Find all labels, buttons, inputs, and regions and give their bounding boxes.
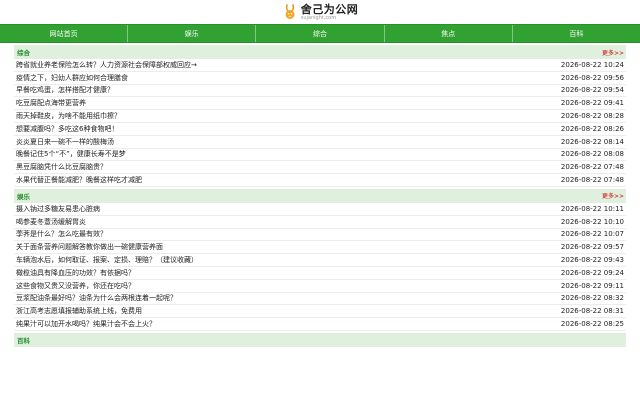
list-item: 关于面条营养问题解答教你做出一碗健康营养面 2026-08-22 09:57 bbox=[14, 241, 626, 255]
article-date: 2026-08-22 08:31 bbox=[560, 307, 624, 316]
content-area: 综合 更多>> 跨省就业养老保险怎么转？人力资源社会保障部权威回应→ 2026-08-… bbox=[0, 45, 640, 347]
article-link[interactable]: 吃豆腐配点海带更营养 bbox=[16, 98, 86, 108]
article-date: 2026-08-22 09:41 bbox=[560, 99, 624, 108]
article-link[interactable]: 雨天掉鞋皮，为啥不能用纸巾擦？ bbox=[16, 111, 121, 121]
article-date: 2026-08-22 10:07 bbox=[560, 230, 624, 239]
nav-item-general[interactable]: 综合 bbox=[256, 25, 385, 42]
article-date: 2026-08-22 09:54 bbox=[560, 86, 624, 95]
list-item: 雨天掉鞋皮，为啥不能用纸巾擦？ 2026-08-22 08:28 bbox=[14, 110, 626, 123]
article-link[interactable]: 疫情之下，妇幼人群应如何合理膳食 bbox=[16, 73, 128, 83]
article-link[interactable]: 跨省就业养老保险怎么转？人力资源社会保障部权威回应→ bbox=[16, 60, 197, 70]
nav-item-focus[interactable]: 焦点 bbox=[385, 25, 513, 42]
list-item: 荸荠是什么？怎么吃最有效？ 2026-08-22 10:07 bbox=[14, 229, 626, 242]
site-header: 舍己为公网 sujanight.com bbox=[0, 0, 640, 24]
section-header: 综合 更多>> bbox=[14, 45, 626, 59]
article-link[interactable]: 想要减腹吗？多吃这6种食物吧！ bbox=[16, 124, 118, 134]
nav-item-encyclopedia[interactable]: 百科 bbox=[513, 25, 640, 42]
article-date: 2026-08-22 09:11 bbox=[560, 281, 624, 290]
list-item: 浙江高考志愿填报辅助系统上线，免费用 2026-08-22 08:31 bbox=[14, 305, 626, 319]
article-link[interactable]: 车辆泡水后，如何取证、报案、定损、理赔？（建议收藏） bbox=[16, 255, 198, 265]
list-item: 摄入钠过多糖友易患心脏病 2026-08-22 10:11 bbox=[14, 203, 626, 216]
article-link[interactable]: 炎炎夏日来一碗不一样的酸梅汤 bbox=[16, 137, 114, 147]
article-link[interactable]: 橄榄油具有降血压的功效？有依据吗？ bbox=[16, 268, 135, 278]
list-item: 疫情之下，妇幼人群应如何合理膳食 2026-08-22 09:56 bbox=[14, 72, 626, 85]
article-date: 2026-08-22 08:14 bbox=[560, 137, 624, 146]
section-header: 娱乐 更多>> bbox=[14, 188, 626, 203]
site-logo[interactable]: 舍己为公网 sujanight.com bbox=[282, 4, 359, 21]
article-link[interactable]: 摄入钠过多糖友易患心脏病 bbox=[16, 204, 100, 214]
article-link[interactable]: 早餐吃鸡蛋，怎样搭配才健康？ bbox=[16, 85, 114, 95]
list-item: 这些食物又贵又没营养，你还在吃吗？ 2026-08-22 09:11 bbox=[14, 280, 626, 293]
article-link[interactable]: 荸荠是什么？怎么吃最有效？ bbox=[16, 229, 107, 239]
article-link[interactable]: 纯果汁可以加开水喝吗？纯果汁会不会上火？ bbox=[16, 319, 156, 329]
article-link[interactable]: 关于面条营养问题解答教你做出一碗健康营养面 bbox=[16, 242, 163, 252]
section-title: 综合 bbox=[17, 49, 30, 57]
article-link[interactable]: 晚餐记住5个“不”，健康长寿不是梦 bbox=[16, 149, 126, 159]
section-title: 百科 bbox=[17, 336, 30, 345]
article-date: 2026-08-22 07:48 bbox=[560, 163, 624, 172]
rabbit-logo-icon bbox=[285, 4, 295, 19]
article-date: 2026-08-22 09:43 bbox=[560, 256, 624, 265]
article-date: 2026-08-22 08:32 bbox=[560, 294, 624, 303]
article-link[interactable]: 浙江高考志愿填报辅助系统上线，免费用 bbox=[16, 306, 142, 316]
more-link[interactable]: 更多>> bbox=[602, 48, 624, 57]
list-item: 想要减腹吗？多吃这6种食物吧！ 2026-08-22 08:26 bbox=[14, 123, 626, 136]
article-link[interactable]: 这些食物又贵又没营养，你还在吃吗？ bbox=[16, 281, 135, 291]
article-date: 2026-08-22 10:11 bbox=[560, 204, 624, 213]
list-item: 晚餐记住5个“不”，健康长寿不是梦 2026-08-22 08:08 bbox=[14, 149, 626, 162]
section-title: 娱乐 bbox=[17, 192, 30, 201]
list-item: 吃豆腐配点海带更营养 2026-08-22 09:41 bbox=[14, 97, 626, 111]
article-link[interactable]: 豆浆配油条最好吗？油条为什么会两根连着一起呢？ bbox=[16, 293, 177, 303]
nav-item-home[interactable]: 网站首页 bbox=[0, 25, 129, 42]
article-link[interactable]: 水果代替正餐能减肥？晚餐这样吃才减肥 bbox=[16, 175, 142, 185]
article-date: 2026-08-22 10:24 bbox=[560, 60, 624, 69]
article-link[interactable]: 黑豆腐脑凭什么比豆腐脑贵？ bbox=[16, 162, 107, 172]
list-item: 炎炎夏日来一碗不一样的酸梅汤 2026-08-22 08:14 bbox=[14, 136, 626, 149]
list-item: 豆浆配油条最好吗？油条为什么会两根连着一起呢？ 2026-08-22 08:32 bbox=[14, 293, 626, 306]
main-nav: 网站首页 娱乐 综合 焦点 百科 bbox=[0, 24, 640, 43]
list-item: 车辆泡水后，如何取证、报案、定损、理赔？（建议收藏） 2026-08-22 09:… bbox=[14, 254, 626, 267]
list-item: 黑豆腐脑凭什么比豆腐脑贵？ 2026-08-22 07:48 bbox=[14, 161, 626, 175]
article-date: 2026-08-22 08:08 bbox=[560, 150, 624, 159]
list-item: 橄榄油具有降血压的功效？有依据吗？ 2026-08-22 09:24 bbox=[14, 267, 626, 280]
site-subtitle: sujanight.com bbox=[300, 14, 337, 21]
article-date: 2026-08-22 08:26 bbox=[560, 124, 624, 133]
list-item: 早餐吃鸡蛋，怎样搭配才健康？ 2026-08-22 09:54 bbox=[14, 85, 626, 98]
nav-item-entertainment[interactable]: 娱乐 bbox=[128, 25, 257, 42]
list-item: 纯果汁可以加开水喝吗？纯果汁会不会上火？ 2026-08-22 08:25 bbox=[14, 318, 626, 331]
article-date: 2026-08-22 08:25 bbox=[560, 320, 624, 329]
article-date: 2026-08-22 09:24 bbox=[560, 268, 624, 277]
list-item: 跨省就业养老保险怎么转？人力资源社会保障部权威回应→ 2026-08-22 10:… bbox=[14, 59, 626, 72]
article-date: 2026-08-22 09:56 bbox=[560, 73, 624, 82]
list-item: 水果代替正餐能减肥？晚餐这样吃才减肥 2026-08-22 07:48 bbox=[14, 174, 626, 187]
article-date: 2026-08-22 09:57 bbox=[560, 243, 624, 252]
site-title: 舍己为公网 bbox=[300, 2, 359, 16]
more-link[interactable]: 更多>> bbox=[602, 191, 624, 200]
section-header: 百科 bbox=[14, 332, 626, 347]
article-date: 2026-08-22 08:28 bbox=[560, 112, 624, 121]
list-item: 喝参麦冬薏汤缓解胃炎 2026-08-22 10:10 bbox=[14, 216, 626, 229]
article-link[interactable]: 喝参麦冬薏汤缓解胃炎 bbox=[16, 217, 86, 227]
article-date: 2026-08-22 07:48 bbox=[560, 176, 624, 185]
article-date: 2026-08-22 10:10 bbox=[560, 217, 624, 226]
